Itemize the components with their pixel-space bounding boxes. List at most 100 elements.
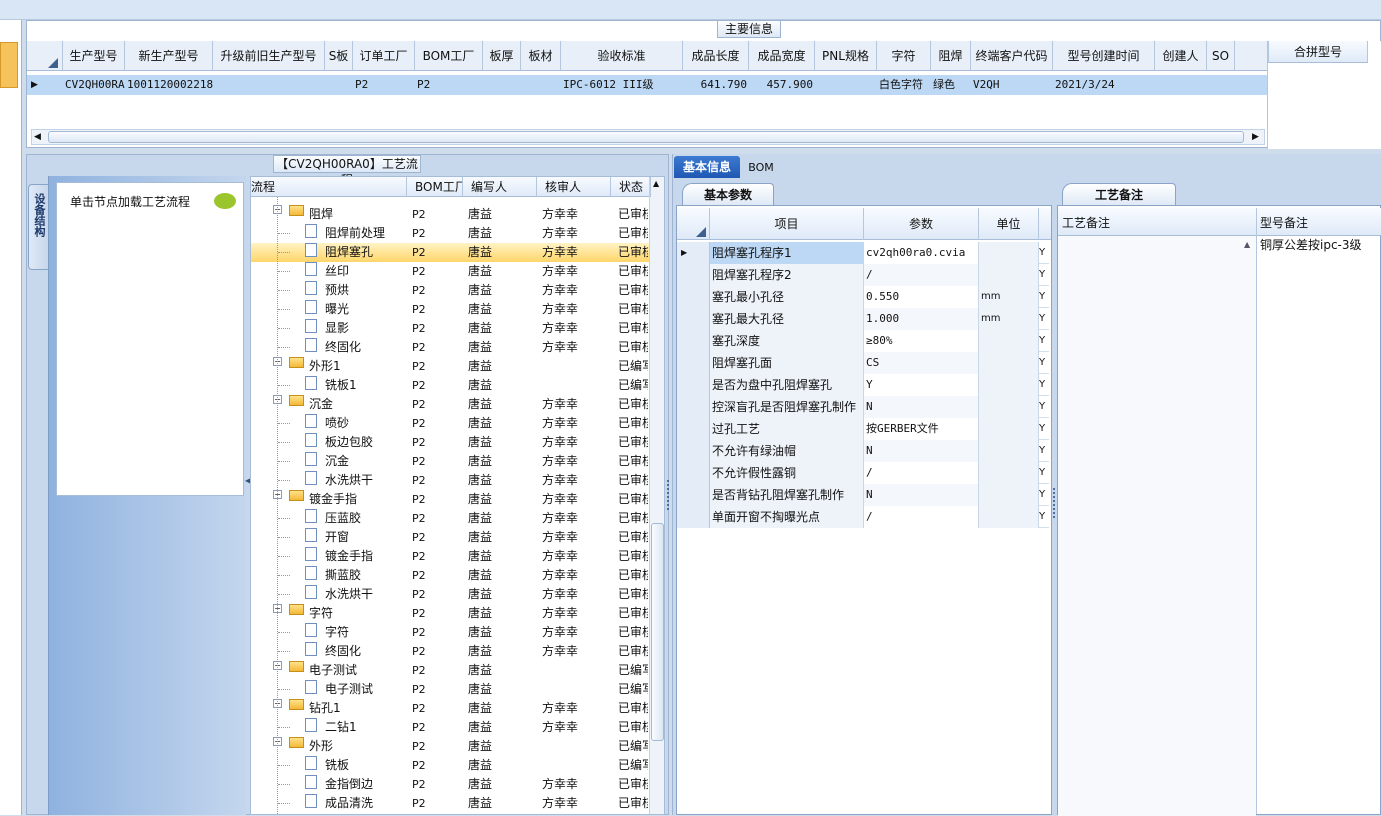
main-cell-16[interactable] — [1155, 75, 1207, 95]
main-cell-6[interactable] — [483, 75, 521, 95]
tree-leaf-row[interactable]: 阻焊前处理 P2 唐益 方幸幸 已审核 — [251, 224, 649, 243]
flow-col-header-1[interactable]: BOM工厂 — [407, 177, 463, 197]
main-cell-11[interactable] — [815, 75, 877, 95]
tree-leaf-row[interactable]: 水洗烘干 P2 唐益 方幸幸 已审核 — [251, 471, 649, 490]
tree-leaf-row[interactable]: 显影 P2 唐益 方幸幸 已审核 — [251, 319, 649, 338]
param-value[interactable]: 0.550 — [864, 286, 979, 308]
process-remark-cell[interactable] — [1058, 236, 1256, 816]
param-row[interactable]: 是否为盘中孔阻焊塞孔 Y Y — [677, 374, 1049, 396]
param-row[interactable]: 不允许有绿油帽 N Y — [677, 440, 1049, 462]
main-cell-13[interactable]: 绿色 — [931, 75, 971, 95]
tree-folder-row[interactable]: −字符P2唐益方幸幸已审核 — [251, 604, 649, 623]
main-col-header-17[interactable]: SO — [1207, 41, 1235, 71]
main-col-header-8[interactable]: 验收标准 — [561, 41, 683, 71]
main-col-header-6[interactable]: 板厚 — [483, 41, 521, 71]
tree-leaf-row[interactable]: 开窗 P2 唐益 方幸幸 已审核 — [251, 528, 649, 547]
tree-folder-row[interactable]: −外形P2唐益已编写 — [251, 737, 649, 756]
flow-vscroll[interactable]: ▲ — [649, 177, 664, 814]
main-cell-14[interactable]: V2QH — [971, 75, 1053, 95]
main-col-header-5[interactable]: BOM工厂 — [415, 41, 483, 71]
main-cell-1[interactable]: 10011200022183 — [125, 75, 213, 95]
tree-leaf-row[interactable]: 终固化 P2 唐益 方幸幸 已审核 — [251, 642, 649, 661]
main-col-header-9[interactable]: 成品长度 — [683, 41, 749, 71]
param-value[interactable]: / — [864, 264, 979, 286]
splitter-grip-icon[interactable] — [667, 480, 670, 510]
main-col-header-1[interactable]: 新生产型号 — [125, 41, 213, 71]
scroll-up-icon[interactable]: ▲ — [653, 179, 659, 188]
main-cell-15[interactable]: 2021/3/24 — [1053, 75, 1155, 95]
tree-leaf-row[interactable]: 镀金手指 P2 唐益 方幸幸 已审核 — [251, 547, 649, 566]
param-value[interactable]: / — [864, 462, 979, 484]
param-value[interactable]: cv2qh00ra0.cvia — [864, 242, 979, 264]
tree-leaf-row[interactable]: 板边包胶 P2 唐益 方幸幸 已审核 — [251, 433, 649, 452]
flow-col-header-0[interactable]: 流程 — [251, 177, 407, 197]
main-cell-4[interactable]: P2 — [353, 75, 415, 95]
tree-leaf-row[interactable]: 电子测试 P2 唐益 已编写 — [251, 680, 649, 699]
param-row[interactable]: 是否背钻孔阻焊塞孔制作 N Y — [677, 484, 1049, 506]
tree-leaf-row[interactable]: 字符 P2 唐益 方幸幸 已审核 — [251, 623, 649, 642]
main-col-header-14[interactable]: 终端客户代码 — [971, 41, 1053, 71]
main-cell-9[interactable]: 641.790 — [683, 75, 749, 95]
main-cell-2[interactable] — [213, 75, 325, 95]
param-row[interactable]: 阻焊塞孔面 CS Y — [677, 352, 1049, 374]
tree-leaf-row[interactable]: 撕蓝胶 P2 唐益 方幸幸 已审核 — [251, 566, 649, 585]
main-col-header-11[interactable]: PNL规格 — [815, 41, 877, 71]
remarks-tab[interactable]: 工艺备注 — [1062, 183, 1176, 205]
tree-folder-row[interactable]: −外形1P2唐益已编写 — [251, 357, 649, 376]
main-col-header-15[interactable]: 型号创建时间 — [1053, 41, 1155, 71]
remark-scroll-up-icon[interactable]: ▲ — [1244, 240, 1250, 249]
main-cell-12[interactable]: 白色字符 — [877, 75, 931, 95]
tree-leaf-row[interactable]: 丝印 P2 唐益 方幸幸 已审核 — [251, 262, 649, 281]
main-cell-17[interactable] — [1207, 75, 1235, 95]
tree-leaf-row[interactable]: 水洗烘干 P2 唐益 方幸幸 已审核 — [251, 585, 649, 604]
tree-folder-row[interactable]: −阻焊P2唐益方幸幸已审核 — [251, 205, 649, 224]
flow-col-header-3[interactable]: 核审人 — [537, 177, 611, 197]
tree-leaf-row[interactable]: 预烘 P2 唐益 方幸幸 已审核 — [251, 281, 649, 300]
tree-leaf-row[interactable]: 阻焊塞孔 P2 唐益 方幸幸 已审核 — [251, 243, 649, 262]
param-value[interactable]: Y — [864, 374, 979, 396]
param-row[interactable]: 不允许假性露铜 / Y — [677, 462, 1049, 484]
param-row[interactable]: 控深盲孔是否阻焊塞孔制作 N Y — [677, 396, 1049, 418]
main-cell-7[interactable] — [521, 75, 561, 95]
param-row[interactable]: 塞孔最大孔径 1.000 mm Y — [677, 308, 1049, 330]
tree-leaf-row[interactable]: 沉金 P2 唐益 方幸幸 已审核 — [251, 452, 649, 471]
hint-box[interactable]: 单击节点加载工艺流程 — [56, 182, 244, 496]
tree-leaf-row[interactable]: 金指倒边 P2 唐益 方幸幸 已审核 — [251, 775, 649, 794]
main-cell-3[interactable] — [325, 75, 353, 95]
param-value[interactable]: / — [864, 506, 979, 528]
param-row[interactable]: 塞孔深度 ≥80% Y — [677, 330, 1049, 352]
param-value[interactable]: N — [864, 484, 979, 506]
main-cell-0[interactable]: CV2QH00RA0 — [63, 75, 125, 95]
params-col-header-2[interactable]: 单位 — [979, 208, 1039, 240]
tree-leaf-row[interactable]: 喷砂 P2 唐益 方幸幸 已审核 — [251, 414, 649, 433]
param-row[interactable]: 过孔工艺 按GERBER文件 Y — [677, 418, 1049, 440]
tree-leaf-row[interactable]: 铣板1 P2 唐益 已编写 — [251, 376, 649, 395]
param-row[interactable]: ▶ 阻焊塞孔程序1 cv2qh00ra0.cvia Y — [677, 242, 1049, 264]
horizontal-scrollbar[interactable]: ◀ ▶ — [31, 129, 1265, 145]
param-value[interactable]: N — [864, 440, 979, 462]
scroll-right-icon[interactable]: ▶ — [1252, 130, 1259, 144]
main-col-header-10[interactable]: 成品宽度 — [749, 41, 815, 71]
scroll-left-icon[interactable]: ◀ — [34, 130, 41, 144]
tab-basic-info[interactable]: 基本信息 — [674, 156, 740, 178]
tree-leaf-row[interactable]: 成品清洗 P2 唐益 方幸幸 已审核 — [251, 794, 649, 813]
flow-col-header-2[interactable]: 编写人 — [463, 177, 537, 197]
main-col-header-13[interactable]: 阻焊 — [931, 41, 971, 71]
tree-folder-row[interactable]: −钻孔1P2唐益方幸幸已审核 — [251, 699, 649, 718]
param-value[interactable]: 1.000 — [864, 308, 979, 330]
main-cell-10[interactable]: 457.900 — [749, 75, 815, 95]
main-col-header-12[interactable]: 字符 — [877, 41, 931, 71]
main-col-header-7[interactable]: 板材 — [521, 41, 561, 71]
param-row[interactable]: 塞孔最小孔径 0.550 mm Y — [677, 286, 1049, 308]
main-col-header-3[interactable]: S板 — [325, 41, 353, 71]
tree-leaf-row[interactable]: 二钻1 P2 唐益 方幸幸 已审核 — [251, 718, 649, 737]
tab-bom[interactable]: BOM — [744, 158, 778, 178]
param-value[interactable]: 按GERBER文件 — [864, 418, 979, 440]
main-col-header-16[interactable]: 创建人 — [1155, 41, 1207, 71]
tree-leaf-row[interactable]: 终固化 P2 唐益 方幸幸 已审核 — [251, 338, 649, 357]
tree-folder-row[interactable]: −镀金手指P2唐益方幸幸已审核 — [251, 490, 649, 509]
flow-scroll-thumb[interactable] — [651, 523, 664, 741]
splitter-grip-icon-2[interactable] — [1053, 488, 1056, 518]
tree-leaf-row[interactable]: 曝光 P2 唐益 方幸幸 已审核 — [251, 300, 649, 319]
main-cell-8[interactable]: IPC-6012 III级 — [561, 75, 683, 95]
